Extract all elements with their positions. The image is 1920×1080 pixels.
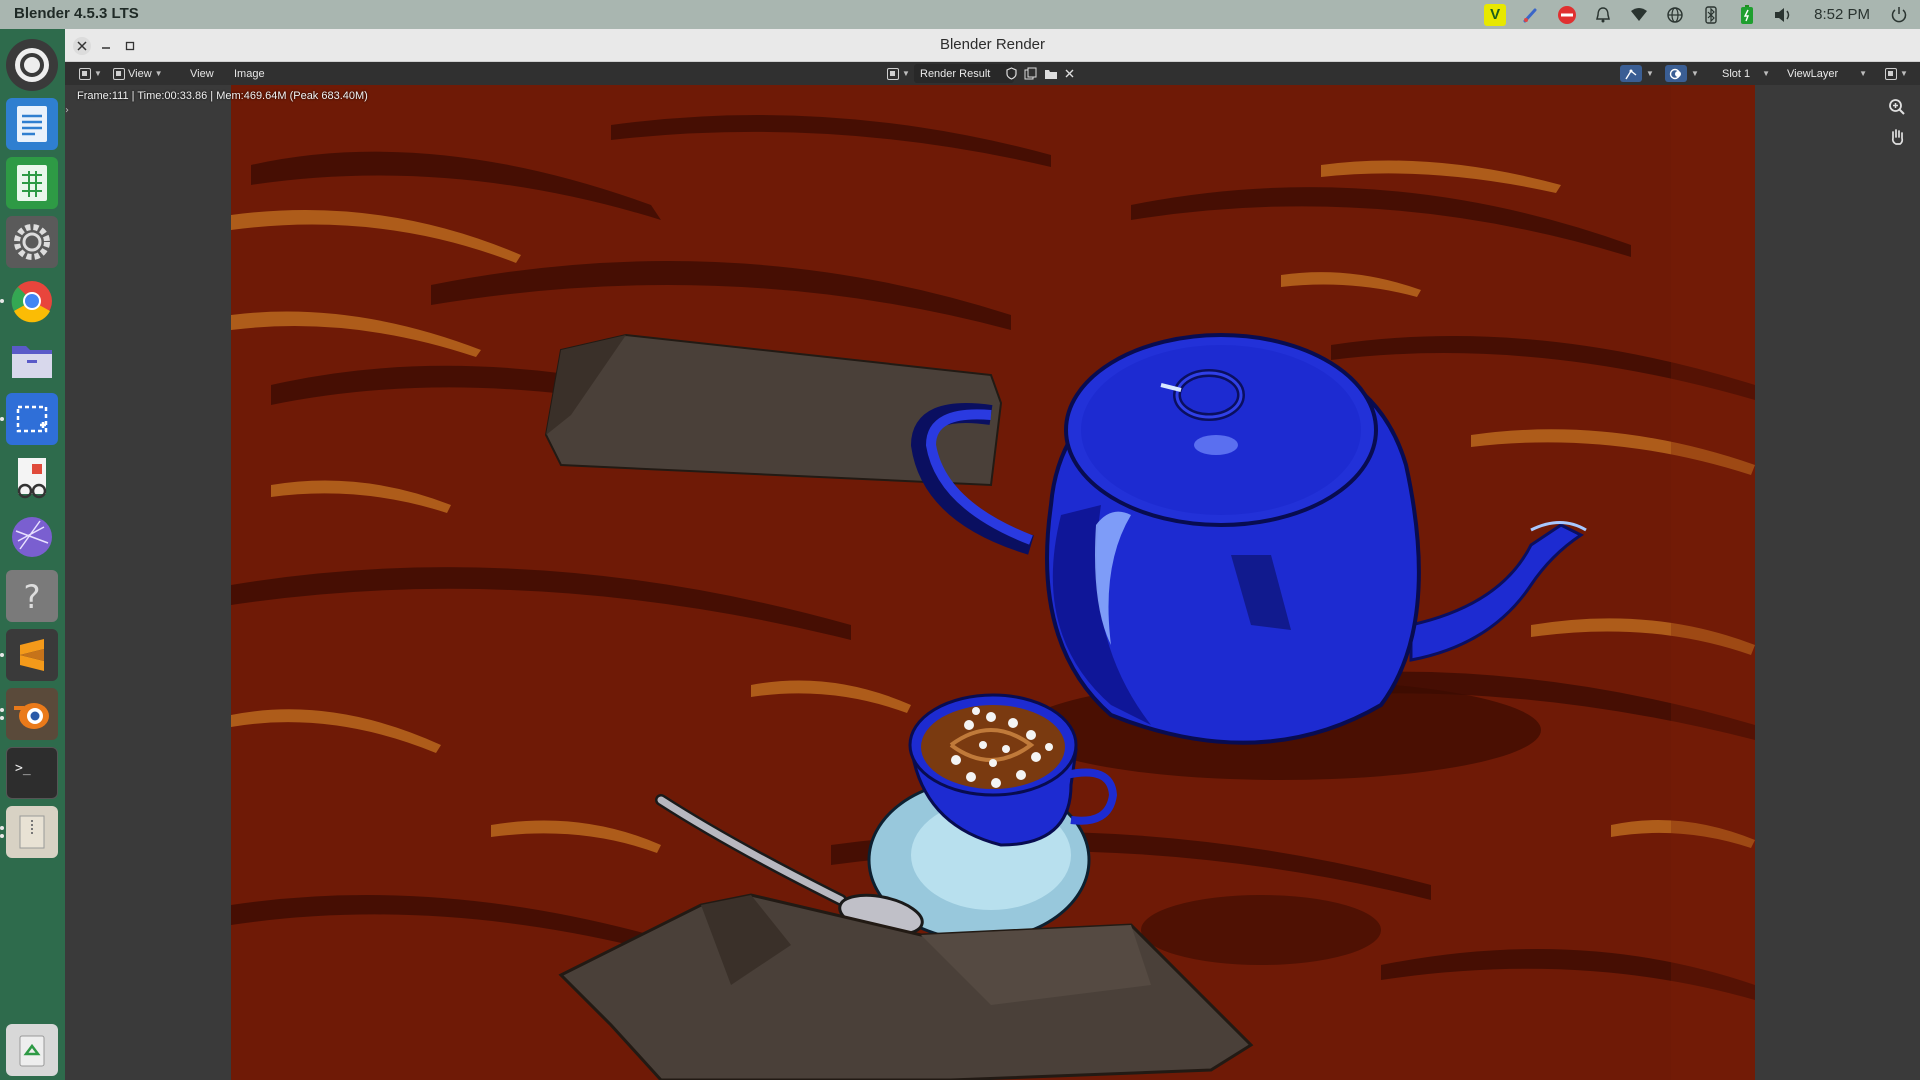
toolbar-expand-arrow[interactable]: ›	[65, 105, 69, 116]
blender-render-window: Blender Render ▼ View ▼ View Image ▼ Rend…	[65, 29, 1920, 1080]
new-image-button[interactable]	[1020, 65, 1041, 82]
wifi-icon[interactable]	[1628, 4, 1650, 26]
svg-text:?: ?	[24, 578, 41, 616]
gizmo-toggle-button[interactable]	[1620, 65, 1642, 82]
ubuntu-software-icon[interactable]	[6, 39, 58, 91]
blender-icon[interactable]	[0, 688, 58, 740]
chevron-down-icon: ▼	[94, 69, 102, 78]
view-menu[interactable]: View	[186, 65, 218, 82]
overlay-icon	[1669, 68, 1681, 79]
hand-icon	[1891, 129, 1904, 145]
chevron-down-icon: ▼	[1762, 69, 1770, 78]
chevron-down-icon: ▼	[154, 69, 163, 78]
slot-dropdown[interactable]: Slot 1 ▼	[1716, 64, 1776, 83]
application-dock: ? >_	[0, 29, 65, 1080]
view-mode-icon	[113, 67, 125, 80]
pan-button[interactable]	[1884, 125, 1910, 149]
image-editor-icon	[79, 67, 91, 80]
trash-icon[interactable]	[6, 1024, 58, 1076]
chrome-icon[interactable]	[0, 275, 58, 327]
display-channels-button[interactable]: ▼	[1881, 65, 1912, 82]
image-menu[interactable]: Image	[230, 65, 269, 82]
window-title: Blender Render	[939, 36, 1046, 53]
terminal-icon[interactable]: >_	[6, 747, 58, 799]
channels-icon	[1885, 67, 1897, 80]
duplicate-icon	[1024, 67, 1037, 80]
chevron-down-icon: ▼	[1859, 69, 1867, 78]
bell-icon[interactable]	[1592, 4, 1614, 26]
zoom-icon	[1889, 99, 1905, 115]
archive-manager-icon[interactable]	[0, 806, 58, 858]
view-layer-dropdown[interactable]: ViewLayer ▼	[1781, 64, 1873, 83]
battery-icon[interactable]	[1736, 4, 1758, 26]
render-info-text: Frame:111 | Time:00:33.86 | Mem:469.64M …	[77, 90, 368, 102]
editor-type-button[interactable]: ▼	[75, 65, 106, 82]
vim-icon[interactable]: V	[1484, 3, 1507, 26]
libreoffice-calc-icon[interactable]	[6, 157, 58, 209]
gizmo-dropdown[interactable]: ▼	[1642, 65, 1658, 82]
globe-icon[interactable]	[1664, 4, 1686, 26]
image-editor-area[interactable]: › Frame:111 | Time:00:33.86 | Mem:469.64…	[65, 85, 1920, 1080]
files-icon[interactable]	[6, 334, 58, 386]
sublime-text-icon[interactable]	[0, 629, 58, 681]
image-editor-header: ▼ View ▼ View Image ▼ Render Result ▼ ▼ S…	[65, 62, 1920, 85]
open-image-button[interactable]	[1040, 65, 1062, 82]
system-tray: V 8:52 PM	[1484, 0, 1910, 29]
vpn-icon[interactable]	[6, 511, 58, 563]
navigation-gizmos	[1884, 95, 1912, 149]
clock[interactable]: 8:52 PM	[1814, 6, 1870, 23]
fake-user-button[interactable]	[1001, 65, 1022, 82]
document-viewer-icon[interactable]	[6, 452, 58, 504]
close-icon	[1065, 69, 1074, 78]
screenshot-icon[interactable]	[0, 393, 58, 445]
overlay-dropdown[interactable]: ▼	[1687, 65, 1703, 82]
help-icon[interactable]: ?	[6, 570, 58, 622]
volume-icon[interactable]	[1772, 4, 1794, 26]
overlay-toggle-button[interactable]	[1665, 65, 1687, 82]
brush-icon[interactable]	[1520, 4, 1542, 26]
image-browse-button[interactable]: ▼	[883, 65, 914, 82]
svg-text:>_: >_	[15, 761, 31, 776]
view-mode-dropdown[interactable]: View ▼	[109, 65, 167, 82]
chevron-down-icon: ▼	[1646, 69, 1654, 78]
chevron-down-icon: ▼	[902, 69, 910, 78]
gizmo-icon	[1625, 69, 1637, 79]
render-scene	[231, 85, 1755, 1080]
window-titlebar: Blender Render	[65, 29, 1920, 62]
zoom-button[interactable]	[1884, 95, 1910, 119]
chevron-down-icon: ▼	[1691, 69, 1699, 78]
libreoffice-writer-icon[interactable]	[6, 98, 58, 150]
do-not-disturb-icon[interactable]	[1556, 4, 1578, 26]
active-app-title[interactable]: Blender 4.5.3 LTS	[14, 5, 139, 22]
shield-icon	[1006, 67, 1017, 80]
folder-icon	[1045, 69, 1057, 79]
power-icon[interactable]	[1888, 4, 1910, 26]
settings-icon[interactable]	[6, 216, 58, 268]
render-result-image	[231, 85, 1755, 1080]
image-browse-icon	[887, 67, 899, 80]
unlink-image-button[interactable]	[1060, 65, 1079, 82]
bluetooth-icon[interactable]	[1700, 4, 1722, 26]
chevron-down-icon: ▼	[1900, 69, 1908, 78]
image-name-field[interactable]: Render Result	[914, 64, 1014, 83]
system-top-bar: Blender 4.5.3 LTS V 8:52 PM	[0, 0, 1920, 29]
